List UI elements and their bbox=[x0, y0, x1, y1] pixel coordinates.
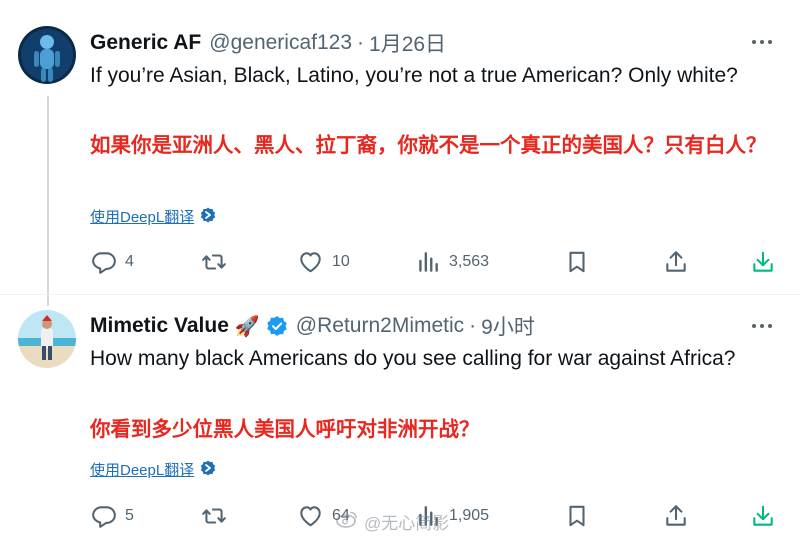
separator: · bbox=[357, 31, 365, 54]
author-name[interactable]: Mimetic Value bbox=[90, 314, 229, 338]
like-button[interactable]: 10 bbox=[297, 249, 350, 275]
share-icon bbox=[663, 503, 689, 529]
translate-link[interactable]: 使用DeepL翻译 bbox=[90, 206, 216, 227]
avatar[interactable] bbox=[18, 26, 76, 84]
like-count: 10 bbox=[332, 253, 350, 270]
download-button[interactable] bbox=[750, 503, 776, 529]
views-count: 3,563 bbox=[449, 253, 490, 270]
rocket-emoji: 🚀 bbox=[234, 315, 260, 338]
download-button[interactable] bbox=[750, 249, 776, 275]
share-button[interactable] bbox=[663, 503, 689, 529]
bookmark-button[interactable] bbox=[564, 249, 590, 275]
watermark: @无心简影 bbox=[336, 509, 449, 534]
reply-icon bbox=[91, 503, 117, 529]
watermark-text: @无心简影 bbox=[364, 514, 450, 533]
author-name[interactable]: Generic AF bbox=[90, 31, 201, 55]
tweet-text: How many black Americans do you see call… bbox=[90, 347, 736, 370]
more-options-icon[interactable] bbox=[752, 40, 772, 44]
translate-badge-icon bbox=[200, 207, 216, 227]
share-button[interactable] bbox=[663, 249, 689, 275]
separator: · bbox=[469, 314, 477, 337]
translate-label: 使用DeepL翻译 bbox=[90, 462, 195, 479]
tweet-header: Mimetic Value 🚀 @Return2Mimetic · 9小时 bbox=[90, 311, 535, 341]
retweet-button[interactable] bbox=[201, 249, 235, 275]
timestamp[interactable]: 9小时 bbox=[481, 311, 535, 341]
reply-count: 4 bbox=[125, 253, 134, 270]
weibo-logo-icon bbox=[336, 510, 358, 533]
reply-icon bbox=[91, 249, 117, 275]
tweet-text: If you’re Asian, Black, Latino, you’re n… bbox=[90, 64, 738, 87]
translate-label: 使用DeepL翻译 bbox=[90, 209, 195, 226]
retweet-button[interactable] bbox=[201, 503, 235, 529]
bookmark-button[interactable] bbox=[564, 503, 590, 529]
tweet-header: Generic AF @genericaf123 · 1月26日 bbox=[90, 28, 446, 58]
author-handle[interactable]: @Return2Mimetic bbox=[296, 314, 464, 338]
tweet-actions: 4 10 3,563 bbox=[0, 249, 800, 281]
translate-link[interactable]: 使用DeepL翻译 bbox=[90, 459, 216, 480]
share-icon bbox=[663, 249, 689, 275]
author-handle[interactable]: @genericaf123 bbox=[209, 31, 352, 55]
tweet-translation: 如果你是亚洲人、黑人、拉丁裔，你就不是一个真正的美国人？只有白人？ bbox=[90, 134, 767, 157]
tweet-translation: 你看到多少位黑人美国人呼吁对非洲开战？ bbox=[90, 418, 480, 441]
reply-button[interactable]: 4 bbox=[91, 249, 134, 275]
views-icon bbox=[415, 249, 441, 275]
retweet-icon bbox=[201, 249, 227, 275]
views-count: 1,905 bbox=[449, 507, 490, 524]
like-icon bbox=[297, 249, 324, 275]
reply-count: 5 bbox=[125, 507, 134, 524]
translate-badge-icon bbox=[200, 460, 216, 480]
reply-button[interactable]: 5 bbox=[91, 503, 134, 529]
tweet-divider bbox=[0, 294, 800, 295]
avatar[interactable] bbox=[18, 310, 76, 368]
bookmark-icon bbox=[564, 249, 590, 275]
retweet-icon bbox=[201, 503, 227, 529]
more-options-icon[interactable] bbox=[752, 324, 772, 328]
tweet-1[interactable]: Generic AF @genericaf123 · 1月26日 If you’… bbox=[0, 0, 800, 306]
views-button[interactable]: 3,563 bbox=[415, 249, 489, 275]
download-icon bbox=[750, 249, 776, 275]
bookmark-icon bbox=[564, 503, 590, 529]
verified-badge-icon bbox=[266, 315, 288, 337]
like-icon bbox=[297, 503, 324, 529]
timestamp[interactable]: 1月26日 bbox=[369, 28, 446, 58]
download-icon bbox=[750, 503, 776, 529]
